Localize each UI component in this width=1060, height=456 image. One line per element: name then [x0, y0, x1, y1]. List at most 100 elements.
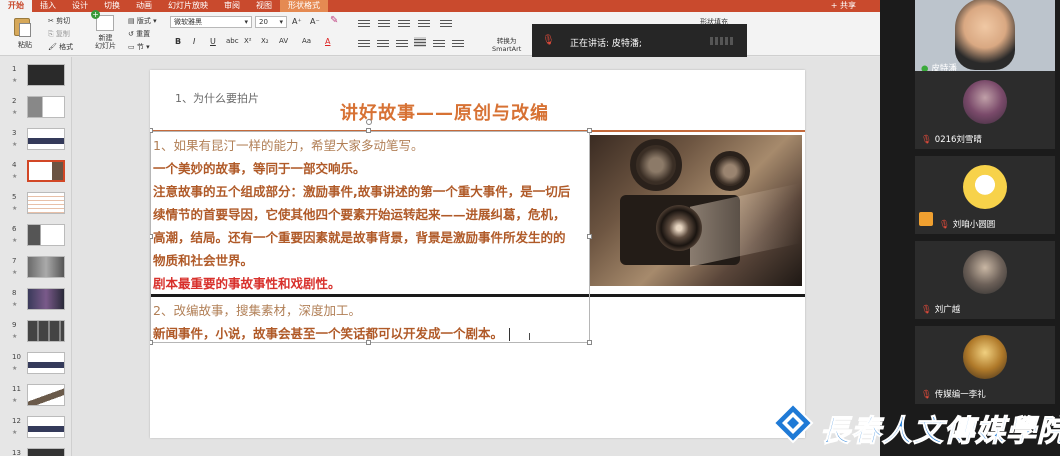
distribute-icon[interactable]: [433, 38, 445, 48]
slide-thumbnail[interactable]: 9 ★: [0, 319, 72, 349]
slide-thumbnail[interactable]: 11 ★: [0, 383, 72, 413]
body-line-highlight: 剧本最重要的事故事性和戏剧性。: [153, 276, 341, 291]
thumbnail-image: [27, 384, 65, 406]
participant-name: 🎙 刘广越: [921, 303, 960, 315]
rotate-handle[interactable]: [366, 119, 372, 125]
columns-icon[interactable]: [452, 38, 464, 48]
tab-shape-format[interactable]: 形状格式: [280, 0, 328, 12]
align-left-icon[interactable]: [358, 38, 370, 48]
format-painter-button[interactable]: 🖌 格式: [48, 42, 73, 52]
new-slide-icon[interactable]: [91, 10, 114, 31]
italic-button[interactable]: I: [193, 37, 195, 46]
indent-decrease-icon[interactable]: [398, 18, 410, 28]
watermark: 長春人文傳媒學院: [772, 396, 1060, 456]
slide-thumbnail[interactable]: 2 ★: [0, 95, 72, 125]
slide-body-text[interactable]: 1、如果有昆汀一样的能力，希望大家多动笔写。 一个美妙的故事，等同于一部交响乐。…: [153, 134, 589, 345]
cut-button[interactable]: ✂ 剪切: [48, 16, 70, 26]
font-color-button[interactable]: A: [325, 37, 330, 46]
participant-tile[interactable]: 🎙 刘广越: [915, 241, 1055, 319]
layout-button[interactable]: ▤ 版式 ▾: [128, 16, 157, 26]
body-line-text: 新闻事件，小说，故事会甚至一个笑话都可以开发成一个剧本。: [153, 326, 504, 341]
line-spacing-icon[interactable]: [440, 18, 452, 28]
body-line: 物质和社会世界。: [153, 253, 254, 268]
tab-review[interactable]: 审阅: [216, 0, 248, 12]
watermark-text: 長春人文傳媒學院: [820, 414, 1060, 450]
resize-handle[interactable]: [150, 128, 153, 133]
numbering-icon[interactable]: [378, 18, 390, 28]
slide-thumbnail[interactable]: 8 ★: [0, 287, 72, 317]
convert-smartart-button[interactable]: 转换为 SmartArt: [492, 37, 521, 53]
reset-label: 重置: [136, 30, 151, 38]
thumbnail-image: [27, 288, 65, 310]
underline-button[interactable]: U: [210, 37, 216, 46]
slide-subtitle[interactable]: 1、为什么要拍片: [175, 90, 259, 106]
thumbnail-image: [27, 448, 65, 456]
thumbnail-image: [27, 64, 65, 86]
grow-font-button[interactable]: A⁺: [292, 17, 302, 26]
participant-video: [955, 0, 1015, 70]
superscript-button[interactable]: X²: [244, 37, 252, 45]
tab-insert[interactable]: 插入: [32, 0, 64, 12]
paste-icon[interactable]: [14, 18, 31, 37]
participant-name: 🎙 刘咱小圆圆: [939, 218, 995, 230]
bullets-icon[interactable]: [358, 18, 370, 28]
participant-name-text: 刘广越: [934, 305, 961, 315]
tab-home[interactable]: 开始: [0, 0, 32, 12]
copy-label: 复制: [55, 30, 70, 38]
resize-handle[interactable]: [587, 128, 592, 133]
star-icon: ★: [12, 141, 18, 148]
indent-increase-icon[interactable]: [418, 18, 430, 28]
slide-thumbnail[interactable]: 13: [0, 447, 72, 456]
film-projector-image[interactable]: [590, 135, 802, 286]
font-name-select[interactable]: 微软雅黑 ▾: [170, 16, 252, 28]
speaker-banner: 🎙 正在讲话: 皮特潘;: [532, 24, 747, 58]
thumbnail-image: [27, 160, 65, 182]
strikethrough-button[interactable]: abc: [226, 37, 239, 45]
star-icon: ★: [12, 429, 18, 436]
clear-format-icon[interactable]: ✎: [330, 15, 338, 26]
section-button[interactable]: ▭ 节 ▾: [128, 42, 150, 52]
tab-view[interactable]: 视图: [248, 0, 280, 12]
thumbnail-image: [27, 96, 65, 118]
ribbon-tabs: 开始 插入 设计 切换 动画 幻灯片放映 审阅 视图 形状格式 + 共享: [0, 0, 880, 12]
justify-icon[interactable]: [414, 37, 426, 47]
slide-thumbnail-pane[interactable]: 1 ★ 2 ★ 3 ★ 4 ★ 5 ★ 6 ★ 7 ★ 8 ★ 9 ★ 10 ★ 11 ★ 12 ★ 1…: [0, 57, 72, 456]
shrink-font-button[interactable]: A⁻: [310, 17, 320, 26]
change-case-button[interactable]: Aa: [302, 37, 311, 45]
participant-tile-active[interactable]: ● 皮特潘: [915, 0, 1055, 78]
college-logo-icon: [772, 402, 814, 444]
slide-thumbnail[interactable]: 1 ★: [0, 63, 72, 93]
tab-animations[interactable]: 动画: [128, 0, 160, 12]
resize-handle[interactable]: [366, 128, 371, 133]
slide-number: 4: [12, 161, 17, 169]
share-button[interactable]: + 共享: [831, 0, 856, 12]
participant-tile[interactable]: 🎙 传媒编一李礼: [915, 326, 1055, 404]
slide-thumbnail[interactable]: 7 ★: [0, 255, 72, 285]
font-size-select[interactable]: 20 ▾: [255, 16, 287, 28]
reset-button[interactable]: ↺ 重置: [128, 29, 150, 39]
participant-tile[interactable]: 🎙 0216刘雪晴: [915, 71, 1055, 149]
slide-thumbnail[interactable]: 6 ★: [0, 223, 72, 253]
tab-transitions[interactable]: 切换: [96, 0, 128, 12]
audio-level-icon: [710, 37, 734, 45]
participant-name: 🎙 0216刘雪晴: [921, 133, 982, 145]
paste-button[interactable]: 粘贴: [18, 40, 32, 50]
align-center-icon[interactable]: [377, 38, 389, 48]
chevron-down-icon: ▾: [279, 18, 283, 26]
slide-thumbnail-active[interactable]: 4 ★: [0, 159, 72, 189]
slide-thumbnail[interactable]: 12 ★: [0, 415, 72, 445]
new-slide-button[interactable]: 新建 幻灯片: [95, 34, 116, 50]
align-right-icon[interactable]: [396, 38, 408, 48]
microphone-icon: 🎙: [542, 35, 555, 46]
slide-thumbnail[interactable]: 3 ★: [0, 127, 72, 157]
char-spacing-button[interactable]: AV: [279, 37, 288, 45]
bold-button[interactable]: B: [175, 37, 181, 46]
current-slide[interactable]: 1、为什么要拍片 讲好故事——原创与改编 1、如果有昆汀一样的能力，希望大家多动…: [150, 70, 805, 438]
copy-button[interactable]: ⎘ 复制: [48, 29, 70, 39]
slide-thumbnail[interactable]: 10 ★: [0, 351, 72, 381]
slide-thumbnail[interactable]: 5 ★: [0, 191, 72, 221]
thumbnail-image: [27, 256, 65, 278]
subscript-button[interactable]: X₂: [261, 37, 269, 45]
tab-slideshow[interactable]: 幻灯片放映: [160, 0, 216, 12]
participant-tile[interactable]: 🎙 刘咱小圆圆: [915, 156, 1055, 234]
